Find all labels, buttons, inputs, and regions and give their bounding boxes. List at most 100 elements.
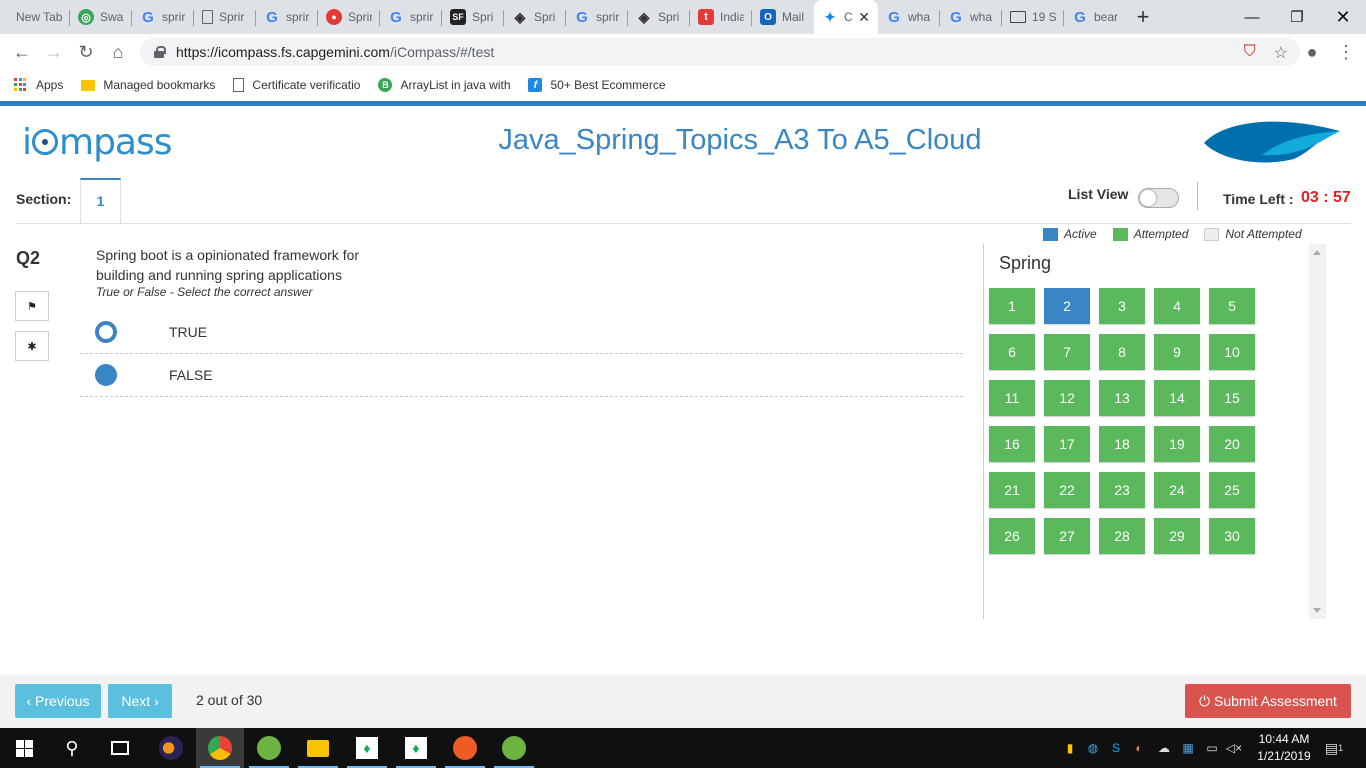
question-nav-button[interactable]: 29 [1154, 518, 1200, 554]
profile-icon[interactable]: ● [1300, 41, 1324, 63]
submit-assessment-button[interactable]: ⏻ Submit Assessment [1185, 684, 1351, 718]
browser-tab-active[interactable]: ✦ C ✕ [814, 0, 878, 34]
browser-tab[interactable]: SF Spri [442, 0, 504, 34]
browser-tab[interactable]: Gsprir [380, 0, 442, 34]
question-nav-button[interactable]: 21 [989, 472, 1035, 508]
eclipse-icon[interactable] [147, 728, 195, 768]
report-bug-button[interactable]: ✱ [15, 331, 49, 361]
task-view-icon[interactable] [96, 728, 144, 768]
question-nav-button[interactable]: 17 [1044, 426, 1090, 462]
minimize-icon[interactable]: — [1229, 0, 1275, 34]
question-nav-button[interactable]: 15 [1209, 380, 1255, 416]
close-tab-icon[interactable]: ✕ [858, 9, 870, 26]
new-tab-button[interactable]: + [1126, 0, 1160, 34]
browser-tab[interactable]: Gsprir [256, 0, 318, 34]
question-nav-button[interactable]: 14 [1154, 380, 1200, 416]
question-nav-button[interactable]: 19 [1154, 426, 1200, 462]
question-nav-button[interactable]: 28 [1099, 518, 1145, 554]
back-icon[interactable]: ← [10, 41, 34, 63]
browser-tab[interactable]: ● Sprir [318, 0, 380, 34]
forward-icon[interactable]: → [42, 41, 66, 63]
notifications-icon[interactable]: ▤ 1 [1325, 740, 1343, 756]
question-nav-button[interactable]: 2 [1044, 288, 1090, 324]
bookmark-star-icon[interactable]: ☆ [1274, 43, 1288, 63]
reload-icon[interactable]: ↻ [74, 41, 98, 63]
question-nav-button[interactable]: 7 [1044, 334, 1090, 370]
question-nav-button[interactable]: 30 [1209, 518, 1255, 554]
browser-tab[interactable]: Sprir [194, 0, 256, 34]
question-nav-button[interactable]: 24 [1154, 472, 1200, 508]
scroll-down-icon[interactable] [1313, 608, 1321, 613]
browser-tab[interactable]: ◎ Swa [70, 0, 132, 34]
spring-tool-icon[interactable] [245, 728, 293, 768]
question-nav-button[interactable]: 16 [989, 426, 1035, 462]
option-row[interactable]: FALSE [80, 354, 963, 397]
browser-tab[interactable]: Gbear [1064, 0, 1126, 34]
restore-icon[interactable]: ❐ [1274, 0, 1320, 34]
network-icon[interactable]: ▭ [1204, 740, 1220, 756]
bookmark-managed[interactable]: Managed bookmarks [81, 78, 215, 92]
browser-tab[interactable]: 19 S [1002, 0, 1064, 34]
cookie-blocked-icon[interactable]: ⛉ [1244, 43, 1256, 63]
question-nav-button[interactable]: 8 [1099, 334, 1145, 370]
flag-question-button[interactable]: ⚑ [15, 291, 49, 321]
browser-tab[interactable]: O Mail [752, 0, 814, 34]
file-explorer-icon[interactable] [294, 728, 342, 768]
question-nav-button[interactable]: 25 [1209, 472, 1255, 508]
question-nav-button[interactable]: 18 [1099, 426, 1145, 462]
question-nav-button[interactable]: 5 [1209, 288, 1255, 324]
radio-selected[interactable] [95, 364, 117, 386]
question-nav-button[interactable]: 6 [989, 334, 1035, 370]
question-nav-button[interactable]: 9 [1154, 334, 1200, 370]
system-clock[interactable]: 10:44 AM 1/21/2019 [1252, 731, 1316, 765]
tray-globe-icon[interactable]: ◍ [1085, 740, 1101, 756]
browser-tab[interactable]: Gsprir [132, 0, 194, 34]
tray-icon[interactable]: ▦ [1180, 740, 1196, 756]
tray-icon[interactable]: ◐ [1131, 740, 1147, 756]
search-icon[interactable]: ⚲ [48, 728, 96, 768]
question-nav-button[interactable]: 10 [1209, 334, 1255, 370]
question-nav-button[interactable]: 26 [989, 518, 1035, 554]
skype-icon[interactable]: S [1108, 740, 1124, 756]
postman-icon[interactable] [441, 728, 489, 768]
question-nav-button[interactable]: 12 [1044, 380, 1090, 416]
browser-tab[interactable]: t India [690, 0, 752, 34]
browser-tab[interactable]: Gwha [878, 0, 940, 34]
previous-button[interactable]: ‹ Previous [15, 684, 101, 718]
radio-unselected[interactable] [95, 321, 117, 343]
bookmark-arraylist[interactable]: B ArrayList in java with [378, 78, 510, 92]
question-nav-button[interactable]: 27 [1044, 518, 1090, 554]
bookmark-certificate[interactable]: Certificate verificatio [233, 78, 360, 92]
browser-tab[interactable]: Gwha [940, 0, 1002, 34]
next-button[interactable]: Next › [108, 684, 172, 718]
spring-tool-icon[interactable] [490, 728, 538, 768]
question-nav-button[interactable]: 11 [989, 380, 1035, 416]
bookmark-ecommerce[interactable]: f 50+ Best Ecommerce [528, 78, 666, 92]
palette-scrollbar[interactable] [1309, 244, 1326, 619]
onedrive-icon[interactable]: ☁ [1156, 740, 1172, 756]
browser-tab[interactable]: New Tab [0, 0, 70, 34]
question-nav-button[interactable]: 4 [1154, 288, 1200, 324]
browser-tab[interactable]: ◈ Spri [504, 0, 566, 34]
question-nav-button[interactable]: 22 [1044, 472, 1090, 508]
question-nav-button[interactable]: 13 [1099, 380, 1145, 416]
close-window-icon[interactable]: ✕ [1320, 0, 1366, 34]
scroll-up-icon[interactable] [1313, 250, 1321, 255]
question-nav-button[interactable]: 1 [989, 288, 1035, 324]
question-nav-button[interactable]: 3 [1099, 288, 1145, 324]
mongodb-icon[interactable]: ♦ [392, 728, 440, 768]
address-bar[interactable]: https://icompass.fs.capgemini.com/iCompa… [140, 38, 1300, 66]
bookmark-apps[interactable]: Apps [14, 78, 63, 92]
windows-start-icon[interactable] [0, 728, 48, 768]
question-nav-button[interactable]: 23 [1099, 472, 1145, 508]
option-row[interactable]: TRUE [80, 311, 963, 354]
list-view-toggle[interactable] [1138, 188, 1179, 208]
browser-tab[interactable]: ◈ Spri [628, 0, 690, 34]
browser-tab[interactable]: Gsprir [566, 0, 628, 34]
chrome-icon[interactable] [196, 728, 244, 768]
home-icon[interactable]: ⌂ [106, 41, 130, 63]
volume-icon[interactable]: ◁× [1226, 740, 1242, 756]
tray-icon[interactable]: ▮ [1062, 740, 1078, 756]
mongodb-icon[interactable]: ♦ [343, 728, 391, 768]
question-nav-button[interactable]: 20 [1209, 426, 1255, 462]
